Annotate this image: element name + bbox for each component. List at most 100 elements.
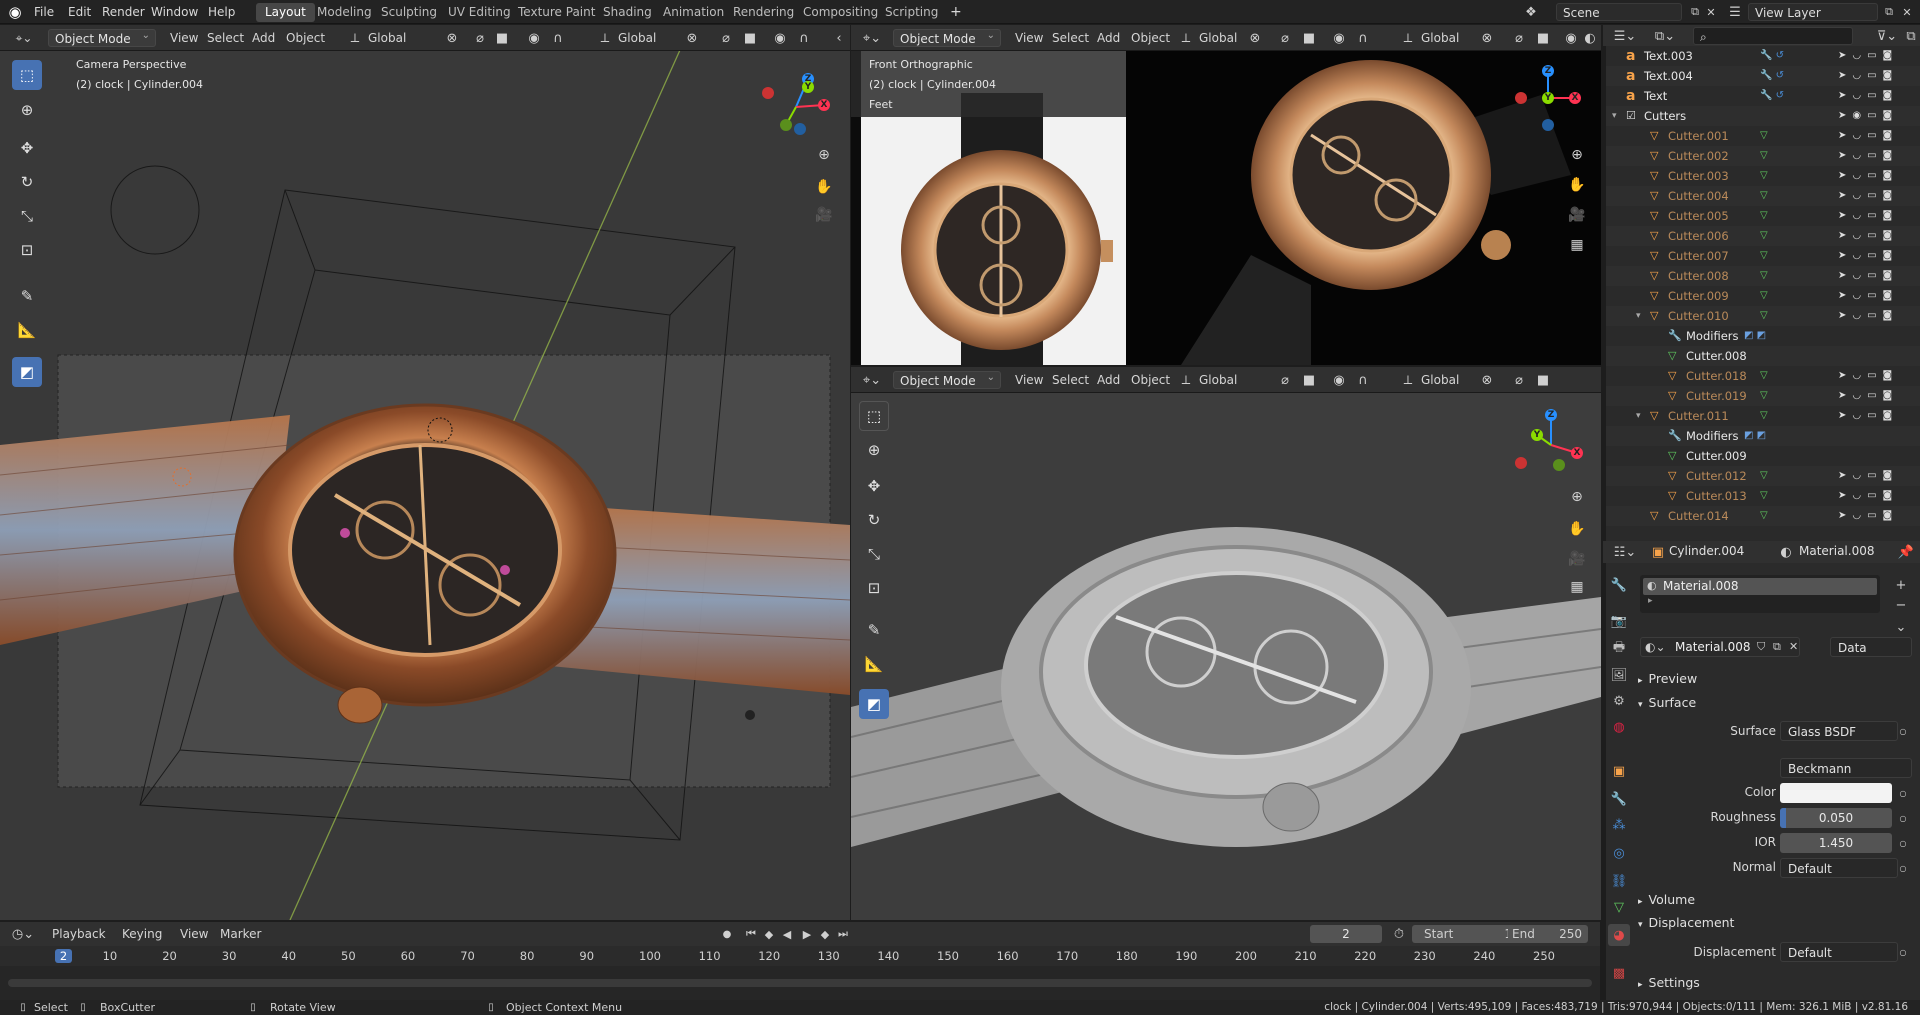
visibility-toggles-icon[interactable]: ➤◡▭◙ xyxy=(1838,86,1898,106)
duplicate-material-icon[interactable]: ⧉ xyxy=(1773,640,1781,654)
preview-range-clock-icon[interactable]: ⏱ xyxy=(1390,925,1408,943)
gizmo-neg-z-2[interactable] xyxy=(1542,119,1554,131)
tab-tool-icon[interactable]: 🔧 xyxy=(1608,574,1630,596)
navigation-gizmo-3[interactable]: Z X Y xyxy=(1511,405,1583,475)
normal-field[interactable]: Default xyxy=(1780,858,1898,878)
mesh-data-indicator-icon[interactable]: ▽ xyxy=(1760,366,1768,386)
mode-dropdown[interactable]: Object Mode xyxy=(48,27,156,47)
properties-editor-icon[interactable]: ☷⌄ xyxy=(1611,543,1639,561)
menu-add-3[interactable]: Add xyxy=(1091,371,1126,389)
timeline-editor-icon[interactable]: ◷⌄ xyxy=(8,925,38,943)
menu-object[interactable]: Object xyxy=(280,29,331,47)
tab-output-icon[interactable]: 🖶 xyxy=(1608,638,1630,660)
displacement-field[interactable]: Default xyxy=(1780,942,1898,962)
add-slot-icon[interactable]: + xyxy=(1890,576,1912,594)
tab-material-icon[interactable]: ◕ xyxy=(1608,924,1630,946)
camera-view-icon-2[interactable]: 🎥 xyxy=(1565,203,1589,227)
modifier-indicator-icon[interactable]: 🔧 ↺ xyxy=(1760,46,1784,66)
pivot-icon-3[interactable]: ⊗ xyxy=(1243,29,1267,47)
outliner-row[interactable]: ▽ Cutter.007 ▽ ➤◡▭◙ xyxy=(1606,246,1920,266)
outliner-row[interactable]: 🔧 Modifiers ◩ ◩ xyxy=(1606,426,1920,446)
move-tool-2[interactable]: ✥ xyxy=(859,471,889,501)
editor-type-icon-3[interactable]: ⌖⌄ xyxy=(857,371,887,389)
color-swatch[interactable] xyxy=(1780,783,1892,803)
tab-data-icon[interactable]: ▽ xyxy=(1608,896,1630,918)
tab-rendering[interactable]: Rendering xyxy=(724,3,803,22)
falloff-icon-3[interactable]: ∩ xyxy=(1351,29,1375,47)
outliner-row[interactable]: ▽ Cutter.004 ▽ ➤◡▭◙ xyxy=(1606,186,1920,206)
orientation-dropdown-2[interactable]: Global xyxy=(612,29,662,47)
menu-edit[interactable]: Edit xyxy=(62,3,97,21)
tab-view-layer-icon[interactable]: 🖼 xyxy=(1608,664,1630,686)
tab-compositing[interactable]: Compositing xyxy=(794,3,887,22)
snap-target-icon[interactable]: ■ xyxy=(490,29,514,47)
visibility-toggles-icon[interactable]: ➤◡▭◙ xyxy=(1838,246,1898,266)
editor-type-icon[interactable]: ⌖⌄ xyxy=(8,29,40,47)
snap-target-icon-3[interactable]: ■ xyxy=(1297,29,1321,47)
tab-uv-editing[interactable]: UV Editing xyxy=(439,3,520,22)
gizmo-neg-y-3[interactable] xyxy=(1553,459,1565,471)
expand-toggle-icon[interactable]: ▾ xyxy=(1612,106,1617,126)
visibility-toggles-icon[interactable]: ➤◡▭◙ xyxy=(1838,146,1898,166)
falloff-icon-2[interactable]: ∩ xyxy=(792,29,816,47)
viewport-front-ortho[interactable]: ⌖⌄ Object Mode View Select Add Object ⟂ … xyxy=(851,25,1601,365)
visibility-toggles-icon[interactable]: ➤◡▭◙ xyxy=(1838,286,1898,306)
tab-scripting[interactable]: Scripting xyxy=(876,3,947,22)
viewport-solid[interactable]: ⌖⌄ Object Mode View Select Add Object ⟂ … xyxy=(851,367,1601,920)
modifier-indicator-icon[interactable]: 🔧 ↺ xyxy=(1760,66,1784,86)
pan-hand-icon-2[interactable]: ✋ xyxy=(1565,173,1589,197)
outliner-row[interactable]: ▽ Cutter.001 ▽ ➤◡▭◙ xyxy=(1606,126,1920,146)
add-workspace-button[interactable]: + xyxy=(944,3,968,21)
pan-hand-icon-3[interactable]: ✋ xyxy=(1565,517,1589,541)
gizmo-z-3[interactable]: Z xyxy=(1545,409,1557,421)
orientation-dropdown-5[interactable]: Global xyxy=(1193,371,1243,389)
ior-field[interactable]: 1.450 xyxy=(1780,833,1892,853)
mode-dropdown-2[interactable]: Object Mode xyxy=(893,27,1001,47)
outliner-row[interactable]: ▽ Cutter.012 ▽ ➤◡▭◙ xyxy=(1606,466,1920,486)
mesh-data-indicator-icon[interactable]: ▽ xyxy=(1760,266,1768,286)
section-settings[interactable]: ▸ Settings xyxy=(1638,975,1700,990)
proportional-edit-icon[interactable]: ◉ xyxy=(526,29,542,47)
play-reverse-icon[interactable]: ◀ xyxy=(778,925,796,943)
snap-icon-2[interactable]: ⌀ xyxy=(716,29,736,47)
slot-specials-icon[interactable]: ⌄ xyxy=(1890,618,1912,636)
orientation-dropdown-3[interactable]: Global xyxy=(1193,29,1243,47)
frame-ruler[interactable]: 2 10 20 30 40 50 60 70 80 90 100 110 120 130 140 150 160… xyxy=(0,946,1600,1000)
outliner-row[interactable]: ▽ Cutter.018 ▽ ➤◡▭◙ xyxy=(1606,366,1920,386)
move-tool[interactable]: ✥ xyxy=(12,133,42,163)
outliner-row[interactable]: ▽ Cutter.009 xyxy=(1606,446,1920,466)
visibility-toggles-icon[interactable]: ➤◡▭◙ xyxy=(1838,486,1898,506)
gizmo-z-2[interactable]: Z xyxy=(1542,65,1554,77)
menu-playback[interactable]: Playback xyxy=(46,925,112,943)
viewport-camera[interactable]: ⌖⌄ Object Mode View Select Add Object ⟂ … xyxy=(0,25,850,920)
record-icon[interactable]: ● xyxy=(718,925,736,943)
proportional-edit-icon-3[interactable]: ◉ xyxy=(1331,29,1347,47)
fake-user-shield-icon[interactable]: ⛉ xyxy=(1757,640,1765,654)
outliner-row[interactable]: ▽ Cutter.006 ▽ ➤◡▭◙ xyxy=(1606,226,1920,246)
orientation-dropdown-4[interactable]: Global xyxy=(1415,29,1465,47)
proportional-edit-icon-4[interactable]: ◉ xyxy=(1563,29,1579,47)
outliner-row[interactable]: ▽ Cutter.013 ▽ ➤◡▭◙ xyxy=(1606,486,1920,506)
remove-slot-icon[interactable]: − xyxy=(1890,596,1912,614)
zoom-icon-2[interactable]: ⊕ xyxy=(1565,143,1589,167)
slot-expand-icon[interactable]: ▸ xyxy=(1648,596,1653,606)
outliner-row[interactable]: ▽ Cutter.008 xyxy=(1606,346,1920,366)
expand-toggle-icon[interactable]: ▾ xyxy=(1636,406,1641,426)
visibility-toggles-icon[interactable]: ➤◡▭◙ xyxy=(1838,506,1898,526)
material-slot-selected[interactable]: ◐ Material.008 xyxy=(1643,578,1877,595)
zoom-icon-3[interactable]: ⊕ xyxy=(1565,485,1589,509)
jump-start-icon[interactable]: ⏮ xyxy=(742,925,760,943)
boxcutter-tool-2[interactable]: ◩ xyxy=(859,689,889,719)
menu-object-3[interactable]: Object xyxy=(1125,371,1176,389)
gizmo-y[interactable]: Y xyxy=(802,81,814,93)
visibility-toggles-icon[interactable]: ➤◡▭◙ xyxy=(1838,306,1898,326)
annotate-tool-2[interactable]: ✎ xyxy=(859,615,889,645)
snap-target-icon-2[interactable]: ■ xyxy=(738,29,762,47)
navigation-gizmo-2[interactable]: Z X Y xyxy=(1511,61,1581,131)
gizmo-y-3[interactable]: Y xyxy=(1531,429,1543,441)
outliner-search-input[interactable]: ⌕ xyxy=(1693,27,1853,45)
visibility-toggles-icon[interactable]: ➤◡▭◙ xyxy=(1838,126,1898,146)
blender-logo-icon[interactable]: ◉ xyxy=(6,3,24,21)
measure-tool[interactable]: 📐 xyxy=(12,315,42,345)
delete-scene-icon[interactable]: ✕ xyxy=(1702,3,1720,21)
